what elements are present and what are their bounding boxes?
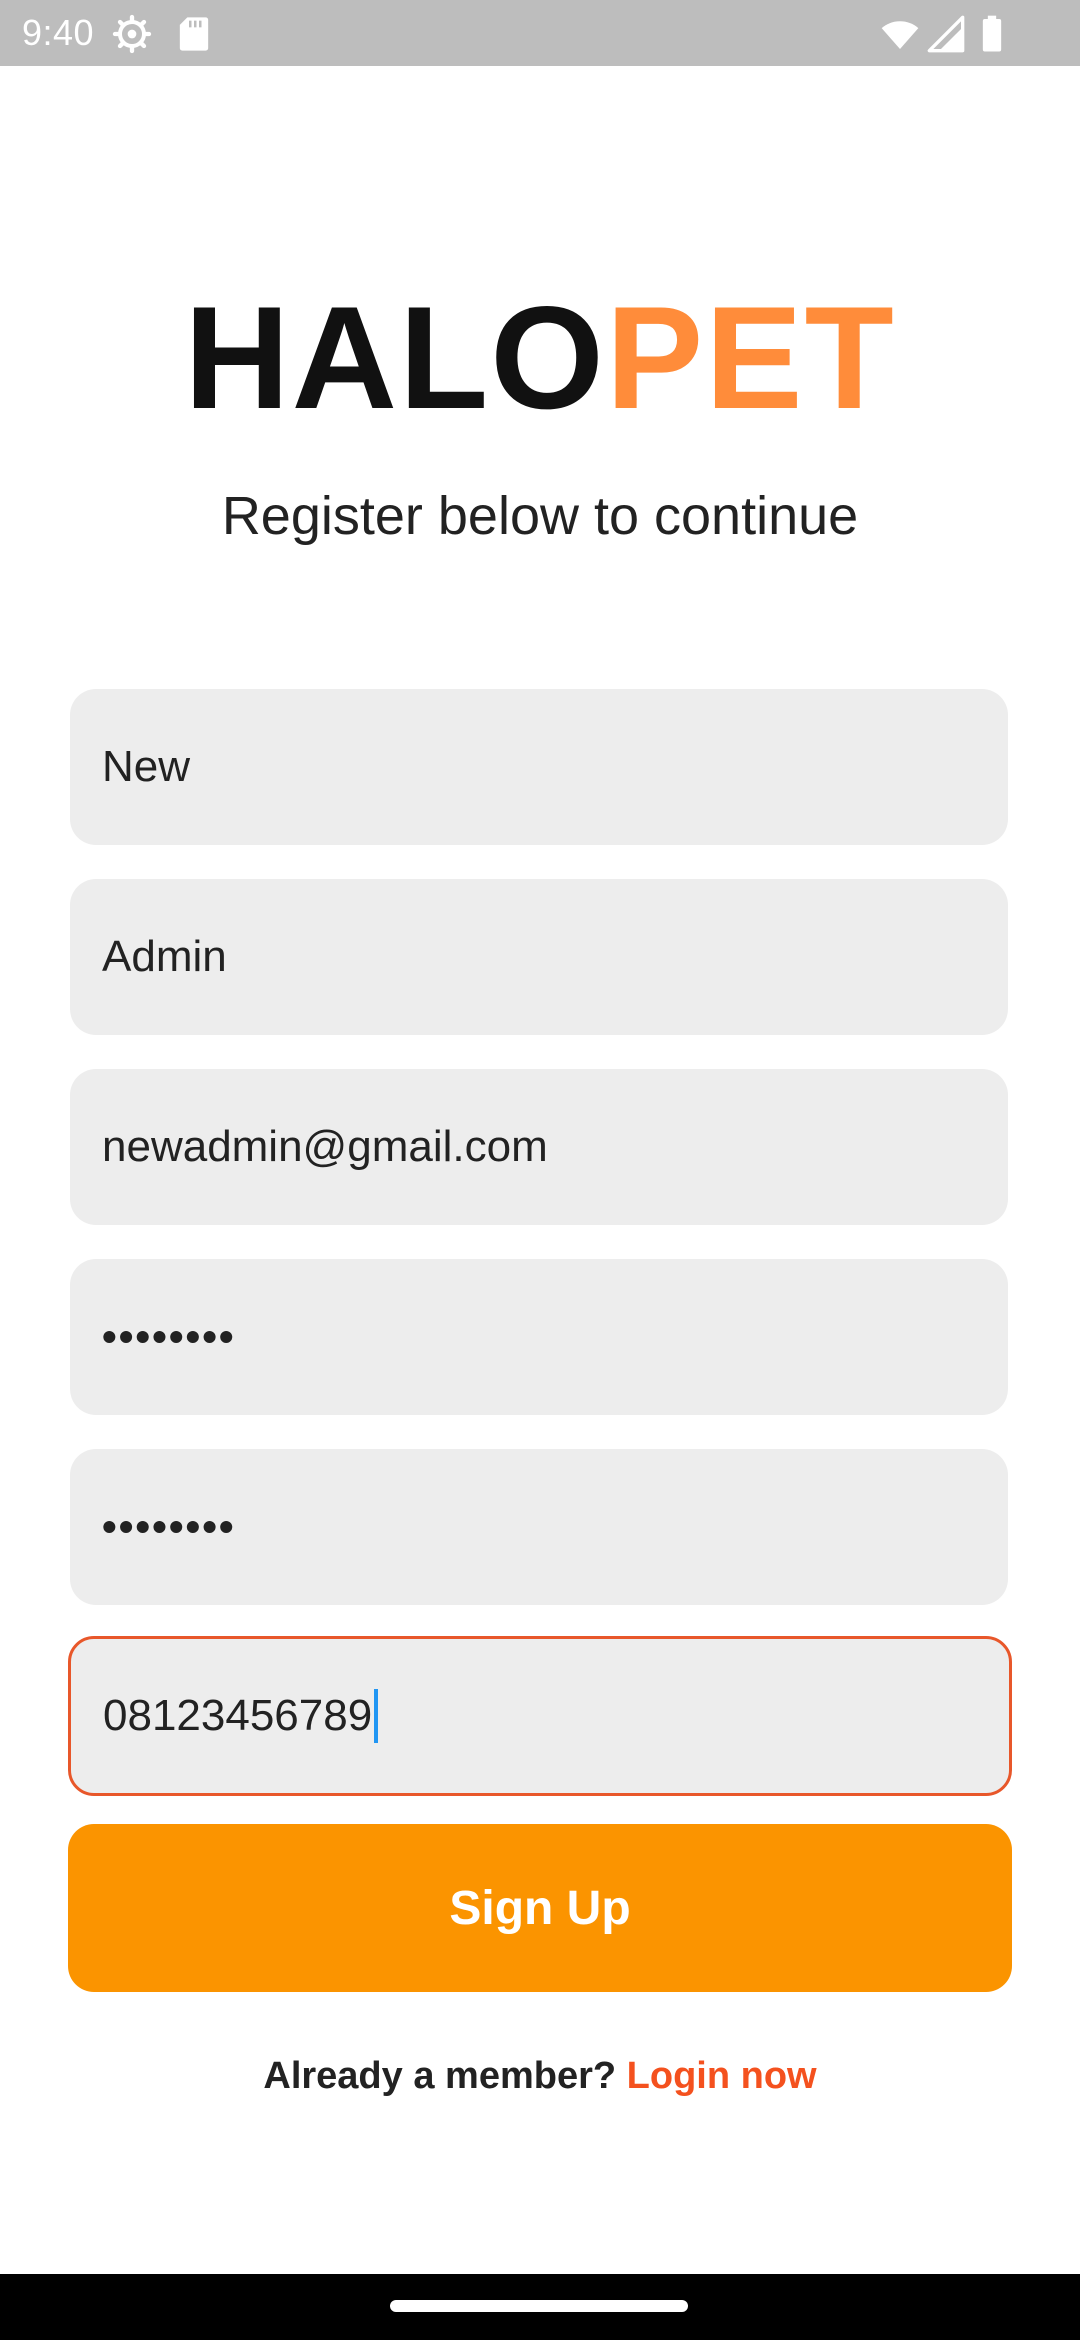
login-prompt-text: Already a member? [263, 2055, 617, 2097]
email-input[interactable]: newadmin@gmail.com [70, 1069, 1008, 1225]
sd-card-icon [179, 17, 209, 51]
password-value: •••••••• [102, 1313, 236, 1360]
phone-value: 08123456789 [103, 1691, 373, 1740]
first-name-input[interactable]: New [70, 689, 1008, 845]
last-name-input[interactable]: Admin [70, 879, 1008, 1035]
svg-text:HALOPET: HALOPET [184, 290, 896, 430]
confirm-password-value: •••••••• [102, 1503, 236, 1550]
settings-icon [112, 14, 152, 54]
login-prompt-row: Already a member? Login now [0, 2055, 1080, 2098]
halopet-logo: HALOPET [184, 290, 896, 430]
phone-input[interactable]: 08123456789 [68, 1636, 1012, 1796]
status-bar: 9:40 [0, 0, 1080, 66]
signal-icon [927, 15, 965, 53]
page-subtitle: Register below to continue [221, 486, 859, 546]
first-name-value: New [102, 742, 191, 791]
battery-icon [982, 15, 1002, 52]
login-now-link[interactable]: Login now [627, 2055, 817, 2097]
last-name-value: Admin [102, 932, 227, 981]
logo-halo: HALO [184, 290, 606, 430]
wifi-icon [881, 21, 919, 49]
sign-up-button[interactable]: Sign Up [68, 1824, 1012, 1992]
email-value: newadmin@gmail.com [102, 1122, 548, 1171]
password-input[interactable]: •••••••• [70, 1259, 1008, 1415]
status-time: 9:40 [22, 12, 95, 53]
text-caret [374, 1689, 379, 1743]
confirm-password-input[interactable]: •••••••• [70, 1449, 1008, 1605]
home-gesture-handle[interactable] [390, 2300, 688, 2312]
logo-pet: PET [606, 290, 896, 430]
